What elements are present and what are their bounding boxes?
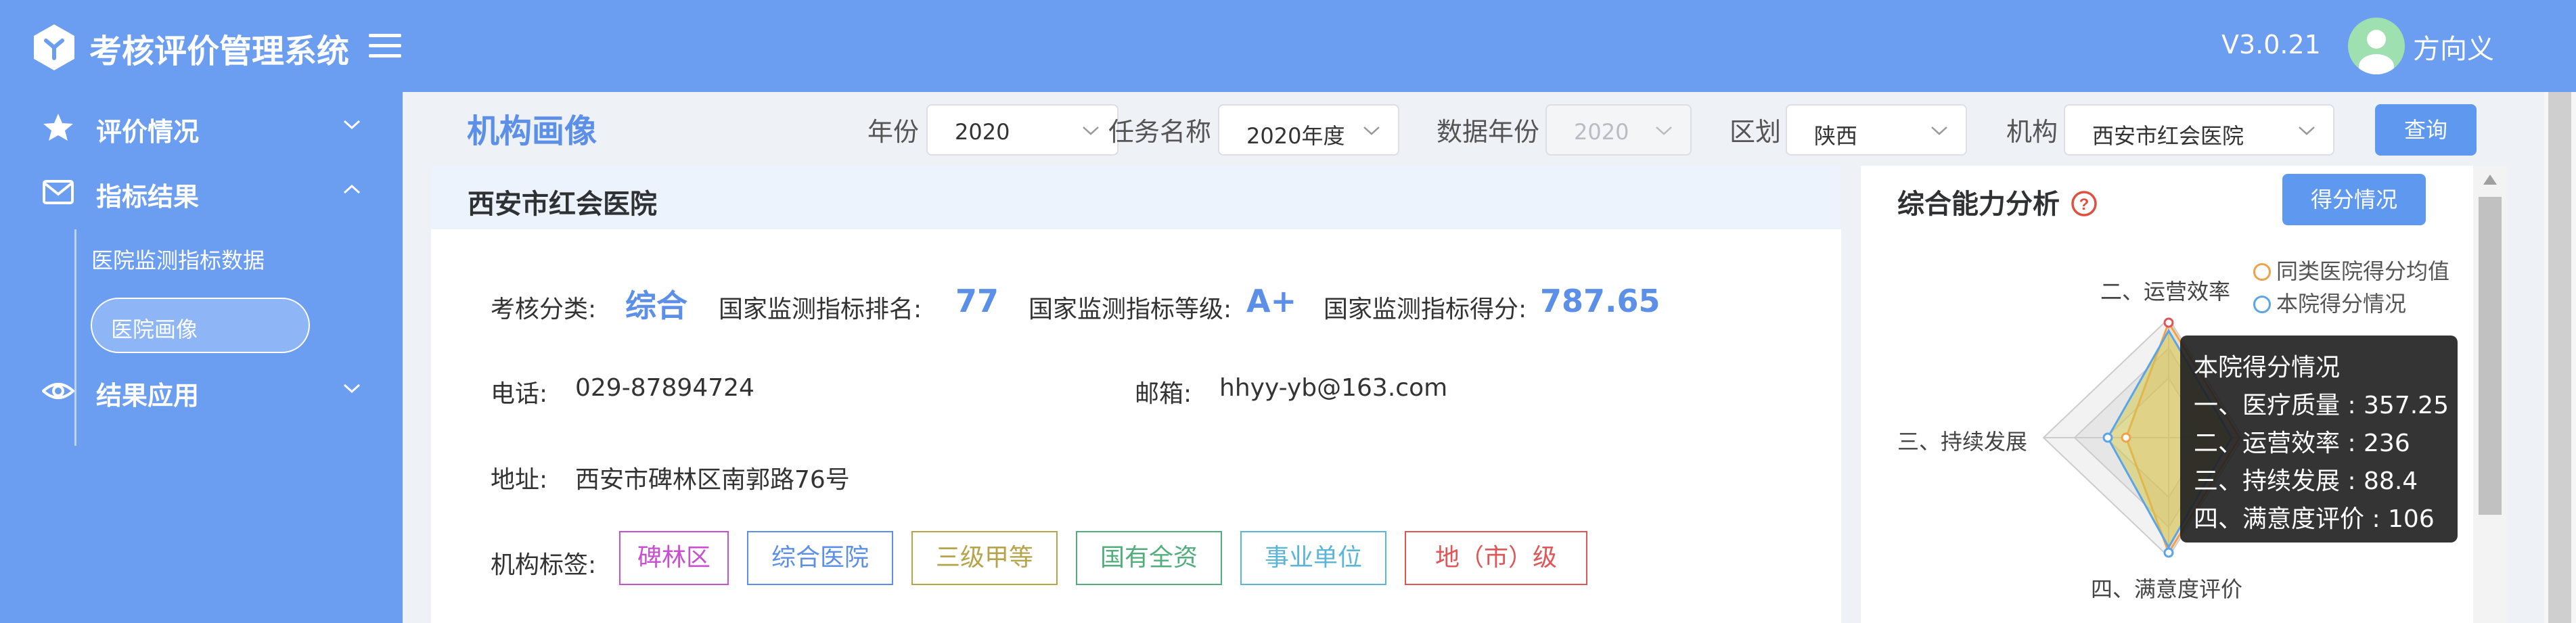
tags-label: 机构标签: — [491, 551, 597, 579]
analysis-title: 综合能力分析 — [1897, 189, 2060, 220]
sidebar-item-label: 评价情况 — [96, 117, 200, 147]
sidebar-subitem-monitoring-data[interactable]: 医院监测指标数据 — [91, 244, 265, 275]
rank-label: 国家监测指标排名: — [719, 296, 922, 323]
score-detail-button[interactable]: 得分情况 — [2282, 174, 2426, 225]
region-select[interactable]: 陕西 — [1786, 104, 1967, 156]
star-icon — [43, 114, 73, 141]
chevron-down-icon — [1931, 126, 1947, 135]
chevron-down-icon — [343, 384, 361, 394]
year-label: 年份 — [867, 117, 920, 147]
org-label: 机构 — [2006, 117, 2058, 147]
radar-axis-label-development: 三、持续发展 — [1897, 429, 2028, 455]
chevron-down-icon — [1083, 126, 1099, 135]
task-select-value: 2020年度 — [1246, 123, 1345, 149]
radar-point — [2121, 432, 2131, 443]
radar-axis-label-satisfaction: 四、满意度评价 — [2091, 576, 2243, 602]
email-value: hhyy-yb@163.com — [1219, 374, 1448, 402]
sidebar-item-label: 指标结果 — [96, 182, 200, 212]
chevron-down-icon — [1363, 126, 1380, 135]
radar-tooltip: 本院得分情况 一、医疗质量 : 357.25 二、运营效率 : 236 三、持续… — [2180, 336, 2458, 543]
legend-average[interactable]: 同类医院得分均值 — [2253, 254, 2449, 285]
address-value: 西安市碑林区南郭路76号 — [575, 466, 850, 494]
sidebar-subitem-label: 医院画像 — [111, 317, 198, 342]
help-icon[interactable]: ? — [2071, 190, 2098, 217]
radar-point — [2163, 547, 2174, 558]
sidebar-subitem-hospital-portrait[interactable]: 医院画像 — [91, 298, 310, 353]
tooltip-line: 一、医疗质量 : 357.25 — [2194, 392, 2449, 419]
top-header: 考核评价管理系统 V3.0.21 方向义 — [0, 0, 2576, 92]
radar-point — [2163, 317, 2174, 328]
legend-circle-icon — [2253, 296, 2271, 313]
content-scrollbar[interactable] — [2473, 166, 2507, 623]
address-label: 地址: — [491, 466, 548, 494]
mail-icon — [43, 180, 74, 204]
category-value: 综合 — [625, 287, 687, 324]
org-select-value: 西安市红会医院 — [2092, 123, 2244, 149]
chevron-down-icon — [1656, 126, 1672, 135]
scrollbar-thumb[interactable] — [2479, 197, 2502, 515]
radar-axis-label-efficiency: 二、运营效率 — [2100, 279, 2231, 304]
score-label: 国家监测指标得分: — [1324, 296, 1527, 323]
score-value: 787.65 — [1540, 283, 1660, 319]
tooltip-line: 三、持续发展 : 88.4 — [2194, 467, 2418, 495]
query-button[interactable]: 查询 — [2375, 104, 2477, 156]
legend-own[interactable]: 本院得分情况 — [2253, 287, 2406, 318]
version-label: V3.0.21 — [2221, 30, 2321, 60]
avatar[interactable] — [2348, 18, 2405, 74]
sidebar-item-label: 结果应用 — [96, 381, 200, 411]
phone-value: 029-87894724 — [575, 374, 754, 402]
region-label: 区划 — [1730, 117, 1782, 147]
rank-value: 77 — [955, 283, 999, 319]
chevron-down-icon — [343, 120, 361, 130]
email-label: 邮箱: — [1135, 380, 1192, 408]
tooltip-title: 本院得分情况 — [2194, 354, 2341, 382]
phone-label: 电话: — [491, 380, 548, 408]
sidebar-item-indicator-results[interactable]: 指标结果 — [0, 161, 403, 222]
org-tag: 综合医院 — [747, 531, 893, 585]
org-card-header: 西安市红会医院 — [431, 166, 1841, 229]
sidebar-item-evaluation[interactable]: 评价情况 — [0, 96, 403, 157]
chevron-up-icon — [343, 184, 361, 194]
page-scrollbar-thumb[interactable] — [2548, 92, 2571, 623]
svg-text:?: ? — [2079, 195, 2089, 214]
org-tag: 三级甲等 — [911, 531, 1058, 585]
task-label: 任务名称 — [1108, 117, 1212, 147]
data-year-label: 数据年份 — [1437, 117, 1540, 147]
grade-value: A+ — [1246, 283, 1297, 319]
sidebar: 评价情况 指标结果 医院监测指标数据 医院画像 结果应用 — [0, 92, 403, 623]
org-name: 西安市红会医院 — [468, 189, 657, 220]
scroll-up-arrow-icon[interactable] — [2481, 172, 2499, 187]
org-select[interactable]: 西安市红会医院 — [2064, 104, 2334, 156]
org-tag: 地（市）级 — [1405, 531, 1587, 585]
tooltip-line: 四、满意度评价 : 106 — [2194, 505, 2435, 533]
grade-label: 国家监测指标等级: — [1029, 296, 1232, 323]
org-tag: 国有全资 — [1076, 531, 1222, 585]
year-select-value: 2020 — [955, 119, 1010, 145]
region-select-value: 陕西 — [1814, 123, 1858, 149]
legend-label: 同类医院得分均值 — [2276, 258, 2450, 284]
data-year-select-value: 2020 — [1574, 119, 1629, 145]
user-name[interactable]: 方向义 — [2413, 27, 2494, 66]
sidebar-item-result-application[interactable]: 结果应用 — [0, 360, 403, 421]
data-year-select: 2020 — [1545, 104, 1692, 156]
org-tag: 事业单位 — [1240, 531, 1386, 585]
org-tag: 碑林区 — [619, 531, 729, 585]
legend-label: 本院得分情况 — [2276, 291, 2407, 317]
chevron-down-icon — [2299, 126, 2315, 135]
menu-toggle-icon[interactable] — [369, 34, 401, 61]
eye-icon — [42, 383, 74, 399]
legend-circle-icon — [2253, 263, 2271, 281]
tooltip-line: 二、运营效率 : 236 — [2194, 430, 2410, 457]
app-title: 考核评价管理系统 — [89, 32, 350, 70]
page-scrollbar[interactable] — [2544, 92, 2576, 623]
task-select[interactable]: 2020年度 — [1218, 104, 1399, 156]
year-select[interactable]: 2020 — [926, 104, 1118, 156]
category-label: 考核分类: — [491, 296, 597, 323]
app-logo-icon — [34, 24, 74, 70]
radar-point — [2102, 432, 2113, 443]
page-title: 机构画像 — [467, 112, 597, 150]
